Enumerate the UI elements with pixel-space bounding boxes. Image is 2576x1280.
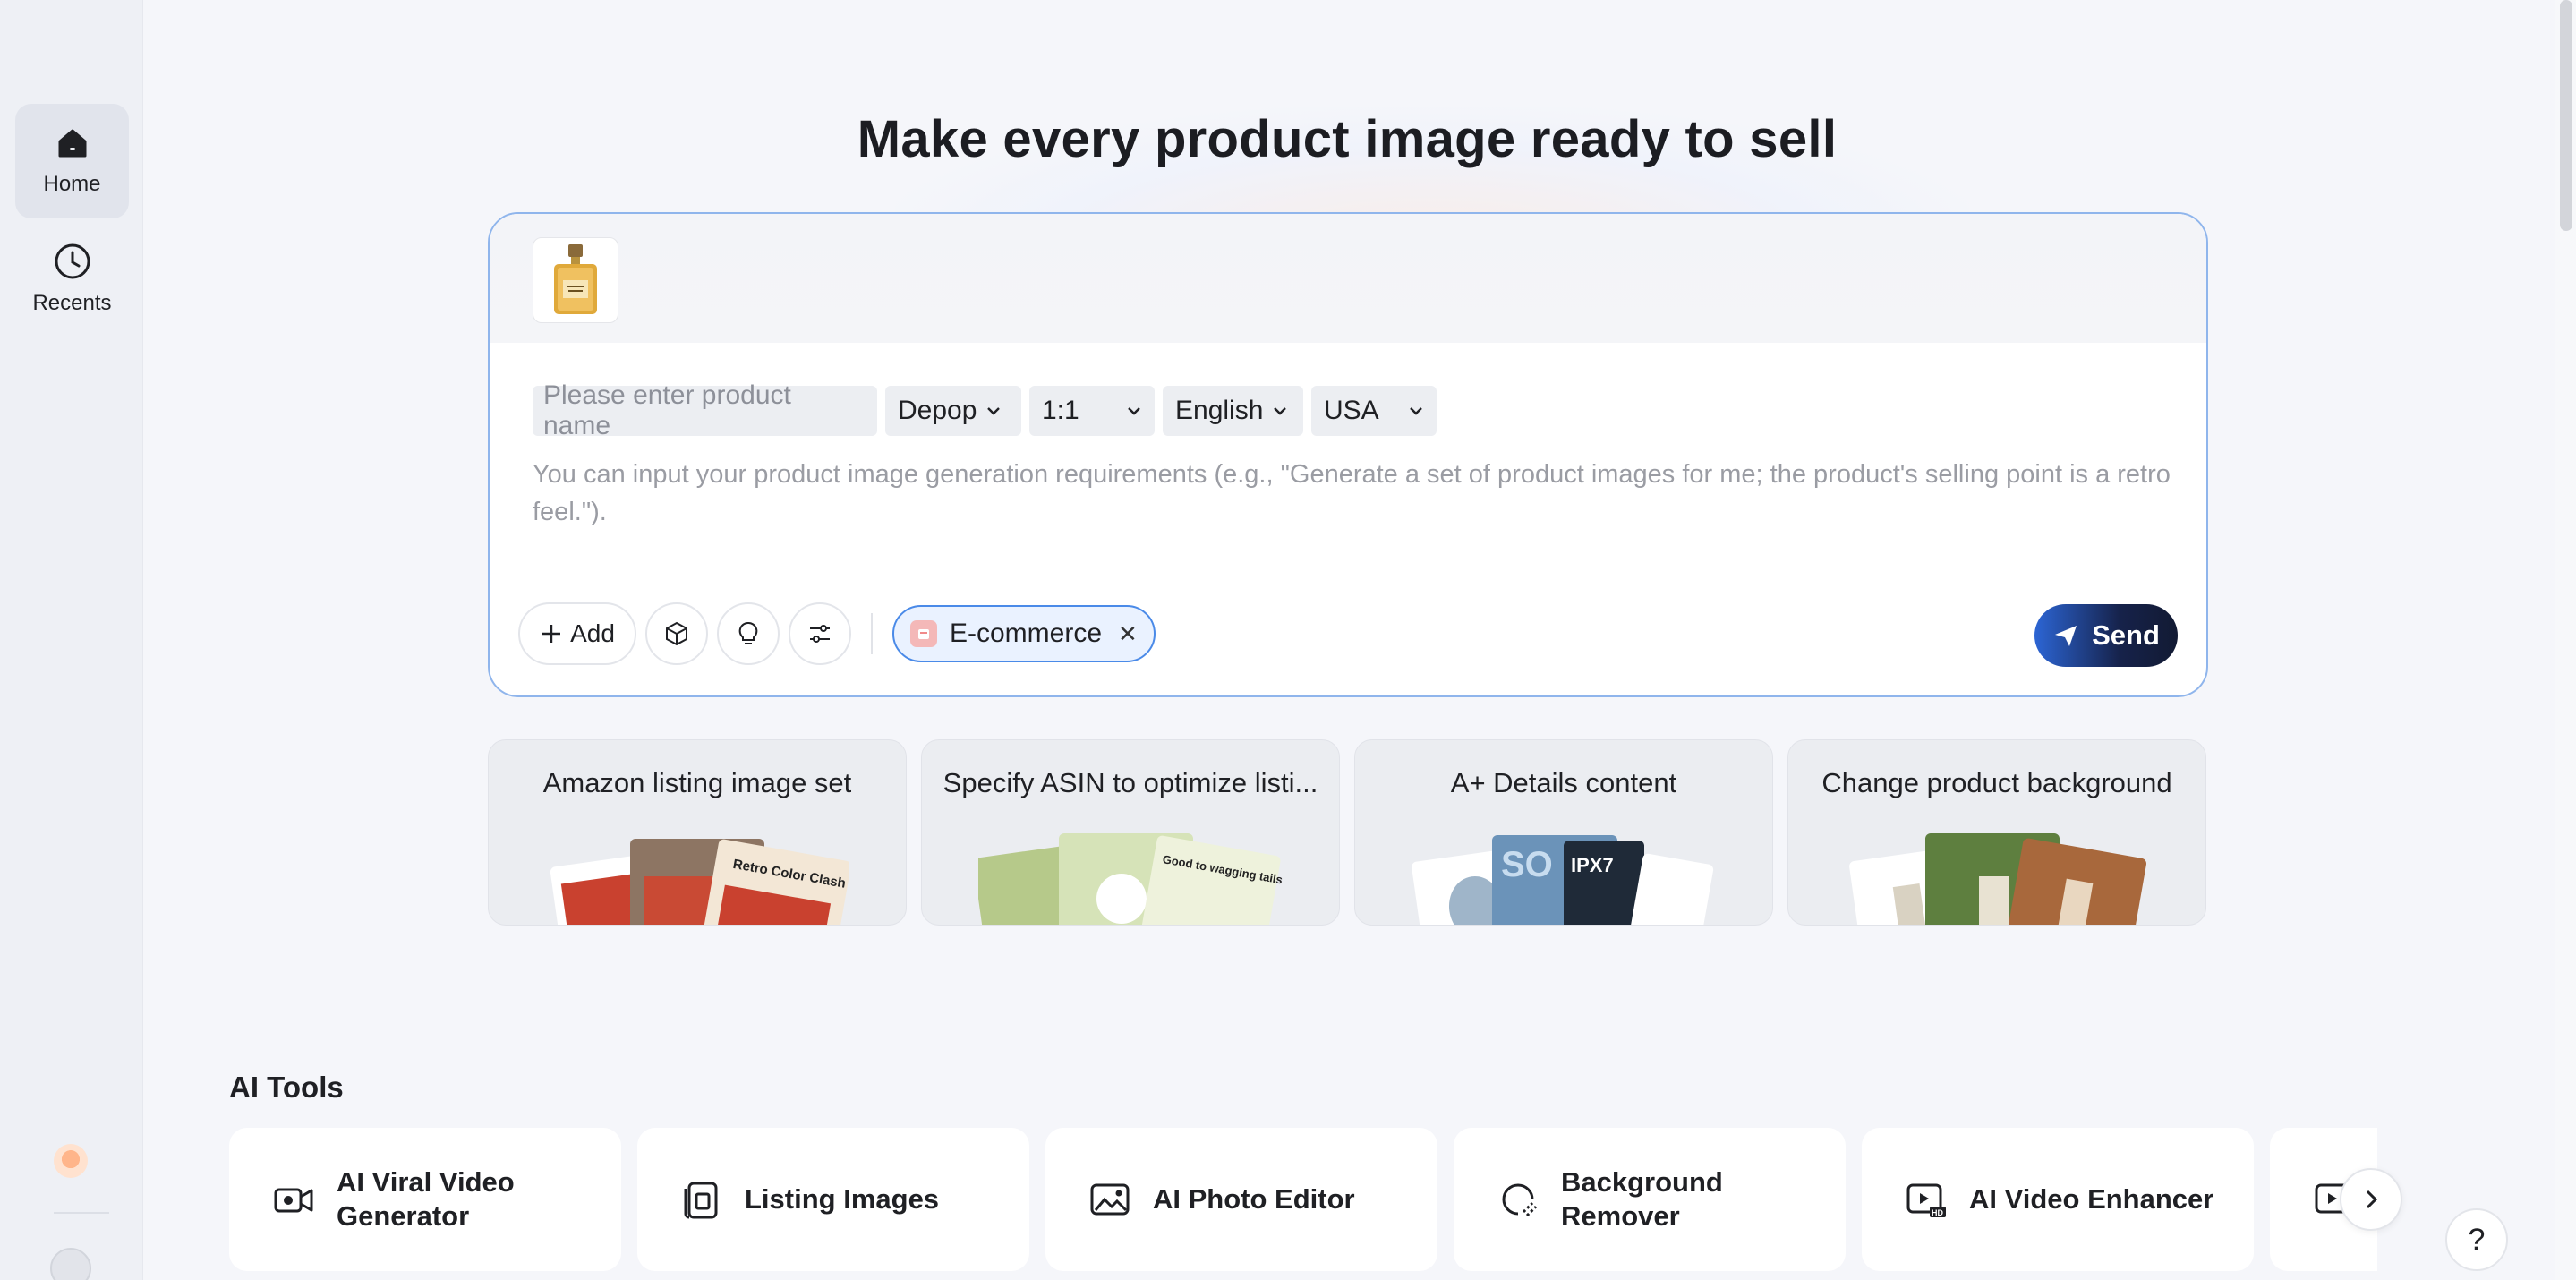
credits-icon[interactable] xyxy=(54,1144,88,1178)
card-preview-image xyxy=(1849,833,2147,925)
tool-ai-photo-editor[interactable]: AI Photo Editor xyxy=(1045,1128,1437,1271)
help-button[interactable]: ? xyxy=(2445,1208,2508,1271)
model-button[interactable] xyxy=(645,602,708,665)
avatar[interactable] xyxy=(50,1248,91,1280)
product-name-input[interactable]: Please enter product name xyxy=(533,380,877,440)
card-title: A+ Details content xyxy=(1450,767,1677,798)
card-title: Amazon listing image set xyxy=(542,767,852,798)
ai-tools-list: AI Viral Video Generator Listing Images … xyxy=(229,1128,2377,1280)
lightbulb-icon xyxy=(738,621,758,644)
send-button[interactable]: Send xyxy=(2034,604,2178,667)
chevron-down-icon xyxy=(1128,407,1140,415)
cube-icon xyxy=(666,621,687,646)
ai-tools-heading: AI Tools xyxy=(229,1071,344,1104)
send-icon xyxy=(2055,626,2077,646)
chip-label: E-commerce xyxy=(950,619,1103,648)
ratio-select[interactable]: 1:1 xyxy=(1029,386,1155,436)
close-icon[interactable]: ✕ xyxy=(1118,620,1138,648)
add-button[interactable]: Add xyxy=(518,602,636,665)
tool-ai-video-enhancer[interactable]: HD AI Video Enhancer xyxy=(1862,1128,2254,1271)
composer-toolbar: Add E-commerce ✕ xyxy=(518,602,1156,665)
card-art-text: IPX7 xyxy=(1571,854,1614,876)
perfume-bottle-icon xyxy=(554,244,597,314)
tools-next-button[interactable] xyxy=(2340,1168,2402,1231)
card-preview-image: SO IPX7 xyxy=(1412,835,1714,925)
tool-label: Listing Images xyxy=(745,1183,940,1215)
tool-ai-viral-video-generator[interactable]: AI Viral Video Generator xyxy=(229,1128,621,1271)
divider xyxy=(54,1212,109,1214)
card-preview-image: Good to wagging tails xyxy=(978,833,1283,925)
shop-icon xyxy=(910,620,937,647)
add-label: Add xyxy=(570,619,615,647)
composer: Please enter product name Depop 1:1 Engl… xyxy=(488,212,2208,697)
sidebar-item-label: Recents xyxy=(32,291,112,315)
card-preview-image: Retro Color Clash xyxy=(550,839,849,925)
card-title: Change product background xyxy=(1821,767,2172,798)
sidebar: Home Recents xyxy=(0,0,143,1280)
card-specify-asin[interactable]: Specify ASIN to optimize listi... Good t… xyxy=(921,739,1340,926)
language-select[interactable]: English xyxy=(1163,386,1303,436)
card-amazon-listing[interactable]: Amazon listing image set Retro Color Cla… xyxy=(488,739,907,926)
region-value: USA xyxy=(1324,396,1379,425)
svg-text:SO: SO xyxy=(1501,845,1553,884)
inspiration-button[interactable] xyxy=(717,602,780,665)
settings-button[interactable] xyxy=(789,602,851,665)
svg-text:HD: HD xyxy=(1932,1208,1943,1217)
chevron-down-icon xyxy=(1274,407,1287,415)
ratio-value: 1:1 xyxy=(1042,396,1079,425)
eraser-icon xyxy=(1502,1183,1538,1217)
prompt-textarea[interactable]: You can input your product image generat… xyxy=(533,456,2171,531)
chevron-right-icon xyxy=(2366,1190,2378,1209)
tool-label: Background Remover xyxy=(1561,1166,1723,1232)
generation-options: Please enter product name Depop 1:1 Engl… xyxy=(533,380,1437,440)
plus-icon xyxy=(542,625,561,643)
language-value: English xyxy=(1175,396,1264,425)
sidebar-item-home[interactable]: Home xyxy=(15,104,129,218)
scrollbar[interactable] xyxy=(2555,0,2576,1280)
chevron-down-icon xyxy=(1410,407,1422,415)
platform-value: Depop xyxy=(898,396,977,425)
sidebar-item-label: Home xyxy=(43,172,101,196)
card-title: Specify ASIN to optimize listi... xyxy=(943,767,1318,798)
prompt-placeholder: You can input your product image generat… xyxy=(533,460,2171,526)
photo-icon xyxy=(1090,1183,1130,1216)
platform-select[interactable]: Depop xyxy=(885,386,1021,436)
tool-label: AI Photo Editor xyxy=(1153,1183,1355,1215)
tool-listing-images[interactable]: Listing Images xyxy=(637,1128,1029,1271)
tool-background-remover[interactable]: Background Remover xyxy=(1454,1128,1846,1271)
home-icon xyxy=(58,129,86,158)
chevron-down-icon xyxy=(987,407,1001,415)
card-a-plus-details[interactable]: A+ Details content SO IPX7 xyxy=(1354,739,1773,926)
sidebar-item-recents[interactable]: Recents xyxy=(15,222,129,337)
help-label: ? xyxy=(2468,1222,2486,1257)
attachment-area xyxy=(490,214,2206,343)
scrollbar-thumb[interactable] xyxy=(2560,0,2572,231)
sliders-icon xyxy=(810,625,830,643)
toolbar-divider xyxy=(871,613,873,654)
hd-video-icon: HD xyxy=(1906,1183,1946,1217)
tool-label: AI Viral Video Generator xyxy=(337,1166,515,1232)
ecommerce-chip[interactable]: E-commerce ✕ xyxy=(892,605,1156,662)
listing-icon xyxy=(684,1182,718,1219)
product-name-placeholder: Please enter product name xyxy=(543,380,791,440)
template-cards: Amazon listing image set Retro Color Cla… xyxy=(488,739,2208,926)
product-thumbnail[interactable] xyxy=(533,237,618,323)
clock-icon xyxy=(55,243,90,279)
send-label: Send xyxy=(2092,619,2160,651)
page-title: Make every product image ready to sell xyxy=(857,110,1838,168)
tool-label: AI Video Enhancer xyxy=(1969,1183,2214,1215)
region-select[interactable]: USA xyxy=(1311,386,1437,436)
video-camera-icon xyxy=(274,1188,313,1213)
card-change-background[interactable]: Change product background xyxy=(1787,739,2206,926)
